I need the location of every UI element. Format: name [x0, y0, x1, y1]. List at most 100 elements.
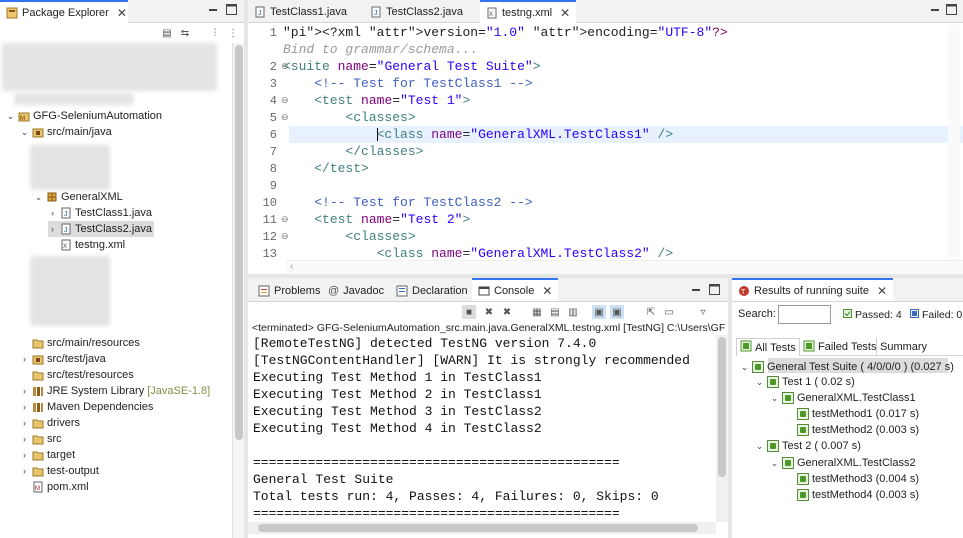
close-icon[interactable]: ✕ [542, 284, 552, 298]
editor-hscrollbar[interactable]: ‹ [286, 260, 963, 274]
subtab-failed-tests[interactable]: Failed Tests [800, 338, 880, 356]
console-hscrollbar[interactable] [248, 522, 716, 534]
code-line[interactable]: 12 ⊖ <classes> [0, 228, 963, 245]
pin-console-icon[interactable]: ⇱ [644, 305, 658, 319]
collapse-icon[interactable]: › [20, 434, 29, 444]
tree-item-jre-library[interactable]: › JRE System Library [JavaSE-1.8] [20, 383, 210, 399]
collapse-icon[interactable]: › [20, 402, 29, 412]
open-console-icon[interactable]: ▿ [696, 305, 710, 319]
tree-item-src[interactable]: › src [20, 431, 62, 447]
fold-icon[interactable]: ⊖ [281, 214, 289, 225]
remove-all-icon[interactable]: ✖ [500, 305, 514, 319]
show-on-output-icon[interactable]: ▣ [592, 305, 606, 319]
result-method[interactable]: testMethod3 (0.004 s) [785, 471, 919, 487]
code-line[interactable]: 3 <!-- Test for TestClass1 --> [0, 75, 963, 92]
scrollbar-thumb[interactable] [718, 337, 726, 477]
collapse-icon[interactable]: › [20, 386, 29, 396]
result-method[interactable]: testMethod1 (0.017 s) [785, 406, 919, 422]
collapse-icon[interactable]: › [20, 450, 29, 460]
maximize-icon[interactable] [946, 4, 957, 18]
console-output[interactable]: [RemoteTestNG] detected TestNG version 7… [248, 335, 716, 522]
code-line[interactable]: 5 ⊖ <classes> [0, 109, 963, 126]
display-console-icon[interactable]: ▭ [662, 305, 676, 319]
result-label: General Test Suite ( 4/0/0/0 ) (0.027 s) [767, 361, 954, 373]
result-test[interactable]: ⌄ Test 2 ( 0.007 s) [755, 438, 861, 454]
close-icon[interactable]: ✕ [877, 284, 887, 298]
tab-javadoc[interactable]: @ Javadoc [322, 279, 390, 302]
line-number: 11 [262, 212, 277, 227]
tree-label: src/main/resources [47, 337, 140, 349]
collapse-icon[interactable]: › [20, 418, 29, 428]
code-line[interactable]: 7 </classes> [0, 143, 963, 160]
fold-icon[interactable]: ⊖ [281, 231, 289, 242]
tree-item-test-output[interactable]: › test-output [20, 463, 99, 479]
tab-problems[interactable]: Problems [252, 279, 326, 302]
result-method[interactable]: testMethod4 (0.003 s) [785, 487, 919, 503]
code-text: <test name="Test 2"> [314, 212, 471, 227]
show-on-error-icon[interactable]: ▣ [610, 305, 624, 319]
code-text: Bind to grammar/schema... [283, 42, 479, 57]
tab-results[interactable]: T Results of running suite ✕ [732, 278, 894, 301]
result-method[interactable]: testMethod2 (0.003 s) [785, 422, 919, 438]
maximize-icon[interactable] [226, 4, 237, 18]
tree-item-src-test-resources[interactable]: src/test/resources [20, 367, 134, 383]
expand-icon[interactable]: ⌄ [740, 362, 749, 373]
close-icon[interactable]: ✕ [117, 6, 127, 20]
code-line[interactable]: 4 ⊖ <test name="Test 1"> [0, 92, 963, 109]
tree-item-target[interactable]: › target [20, 447, 75, 463]
editor-vscrollbar[interactable] [948, 25, 960, 257]
scrollbar-thumb[interactable] [258, 524, 698, 532]
word-wrap-icon[interactable]: ▥ [566, 305, 580, 319]
close-icon[interactable]: ✕ [560, 6, 570, 20]
console-line: [RemoteTestNG] detected TestNG version 7… [253, 336, 597, 351]
tab-testng-xml[interactable]: X testng.xml ✕ [480, 0, 576, 23]
scroll-left-icon[interactable]: ‹ [290, 261, 293, 272]
console-vscrollbar[interactable] [716, 335, 728, 522]
code-line[interactable]: 8 </test> [0, 160, 963, 177]
result-test[interactable]: ⌄ Test 1 ( 0.02 s) [755, 374, 855, 390]
tab-package-explorer[interactable]: Package Explorer ✕ [0, 0, 128, 23]
collapse-icon[interactable]: › [20, 354, 29, 364]
tab-testclass1[interactable]: J TestClass1.java [248, 0, 360, 23]
scroll-lock-icon[interactable]: ▤ [548, 305, 562, 319]
minimize-icon[interactable] [208, 5, 218, 18]
subtab-all-tests[interactable]: All Tests [736, 338, 800, 356]
subtab-summary[interactable]: Summary [876, 338, 930, 356]
code-line[interactable]: 11 ⊖ <test name="Test 2"> [0, 211, 963, 228]
tree-item-pom-xml[interactable]: M pom.xml [20, 479, 89, 495]
code-line[interactable]: Bind to grammar/schema... [0, 41, 963, 58]
fold-icon[interactable]: ⊖ [281, 95, 289, 106]
expand-icon[interactable]: ⌄ [770, 458, 779, 469]
fold-icon[interactable]: ⊖ [281, 112, 289, 123]
java-file-icon: J [254, 6, 266, 18]
terminate-icon[interactable]: ■ [462, 305, 476, 319]
tree-item-drivers[interactable]: › drivers [20, 415, 80, 431]
result-class[interactable]: ⌄ GeneralXML.TestClass2 [770, 455, 916, 471]
fold-icon[interactable]: ⊖ [281, 61, 289, 72]
code-line[interactable]: 1 "pi"><?xml "attr">version="1.0" "attr">… [0, 24, 963, 41]
code-line[interactable]: 9 [0, 177, 963, 194]
tree-item-src-test-java[interactable]: › src/test/java [20, 351, 106, 367]
tab-console[interactable]: Console ✕ [472, 278, 559, 301]
remove-launch-icon[interactable]: ✖ [482, 305, 496, 319]
code-line[interactable]: 13 <class name="GeneralXML.TestClass2" /… [0, 245, 963, 260]
search-input[interactable] [778, 305, 831, 324]
expand-icon[interactable]: ⌄ [755, 441, 764, 452]
result-suite[interactable]: ⌄ General Test Suite ( 4/0/0/0 ) (0.027 s… [740, 359, 954, 375]
clear-console-icon[interactable]: ▦ [530, 305, 544, 319]
maximize-icon[interactable] [709, 284, 720, 298]
tab-testclass2[interactable]: J TestClass2.java [364, 0, 476, 23]
expand-icon[interactable]: ⌄ [770, 393, 779, 404]
svg-text:J: J [374, 10, 378, 17]
tab-declaration[interactable]: Declaration [390, 279, 474, 302]
result-class[interactable]: ⌄ GeneralXML.TestClass1 [770, 390, 916, 406]
tree-item-src-main-resources[interactable]: src/main/resources [20, 335, 140, 351]
code-line[interactable]: 6 <class name="GeneralXML.TestClass1" /> [0, 126, 963, 143]
collapse-icon[interactable]: › [20, 466, 29, 476]
minimize-icon[interactable] [930, 5, 940, 18]
minimize-icon[interactable] [691, 285, 701, 298]
code-line[interactable]: 10 <!-- Test for TestClass2 --> [0, 194, 963, 211]
tree-item-maven-dependencies[interactable]: › Maven Dependencies [20, 399, 153, 415]
code-line[interactable]: 2 ⊖ <suite name="General Test Suite"> [0, 58, 963, 75]
expand-icon[interactable]: ⌄ [755, 377, 764, 388]
